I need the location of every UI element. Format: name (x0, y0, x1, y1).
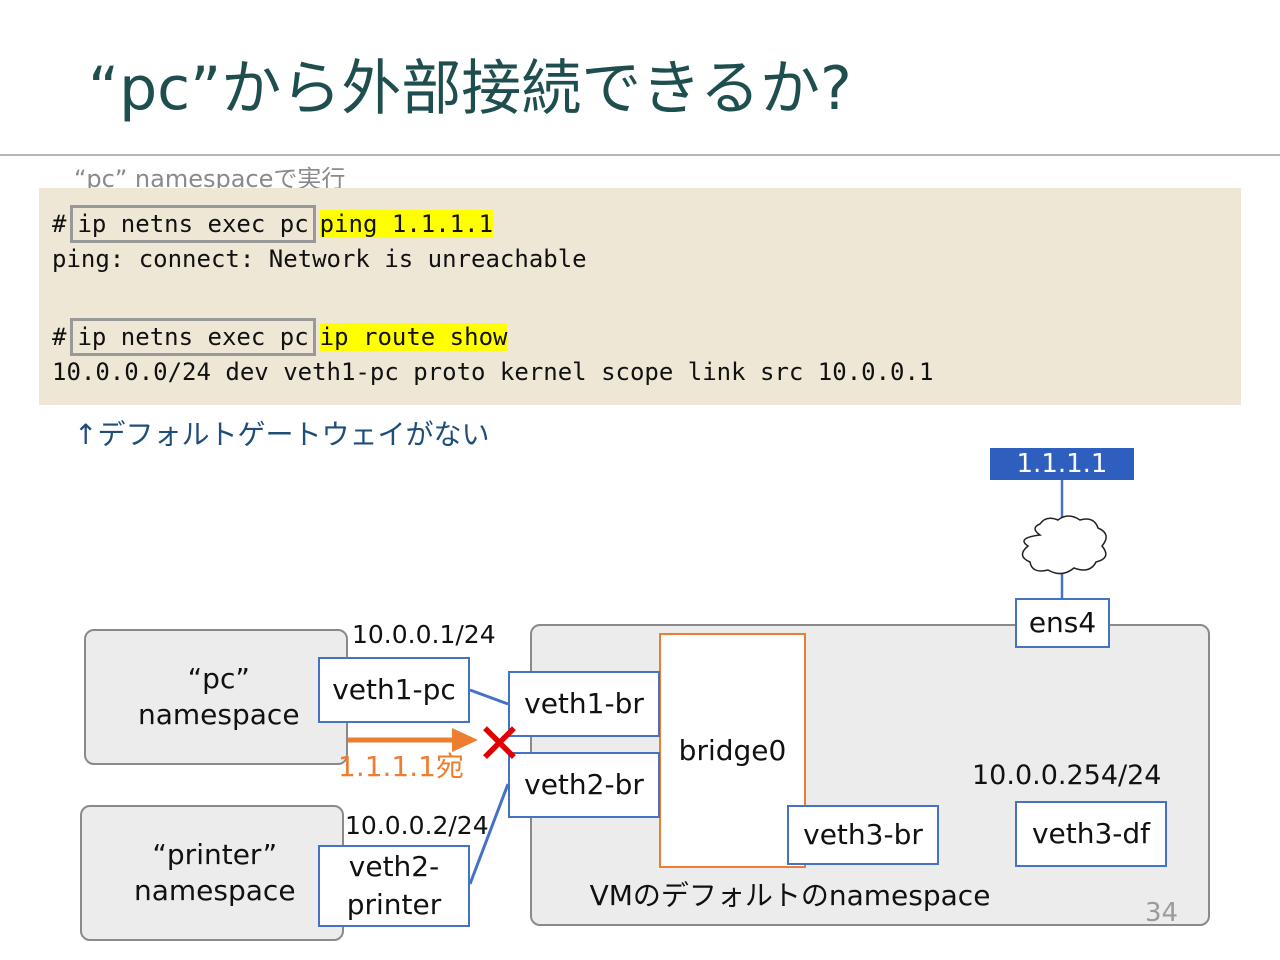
ip-label-printer: 10.0.0.2/24 (345, 811, 489, 840)
ip-label-pc: 10.0.0.1/24 (352, 620, 496, 649)
page-number: 34 (1145, 898, 1179, 928)
blocked-cross-icon: ✕ (476, 712, 523, 777)
bridge0: bridge0 (659, 633, 806, 868)
veth1-pc-interface: veth1-pc (318, 657, 470, 723)
veth2-printer-interface: veth2- printer (318, 845, 470, 927)
printer-namespace: “printer” namespace (80, 805, 344, 941)
ip-label-default: 10.0.0.254/24 (972, 760, 1162, 791)
veth2-br-interface: veth2-br (508, 752, 660, 818)
external-host-1-1-1-1: 1.1.1.1 (990, 448, 1134, 480)
link-veth1-pc-br (469, 688, 509, 706)
packet-destination-label: 1.1.1.1宛 (338, 750, 464, 783)
veth3-br-interface: veth3-br (787, 805, 939, 865)
vm-namespace-label: VMのデフォルトのnamespace (589, 879, 991, 912)
pc-namespace: “pc” namespace (84, 629, 348, 765)
cloud-icon (1021, 515, 1107, 575)
veth3-df-interface: veth3-df (1015, 801, 1167, 867)
veth1-br-interface: veth1-br (508, 671, 660, 737)
ens4-interface: ens4 (1015, 598, 1110, 648)
